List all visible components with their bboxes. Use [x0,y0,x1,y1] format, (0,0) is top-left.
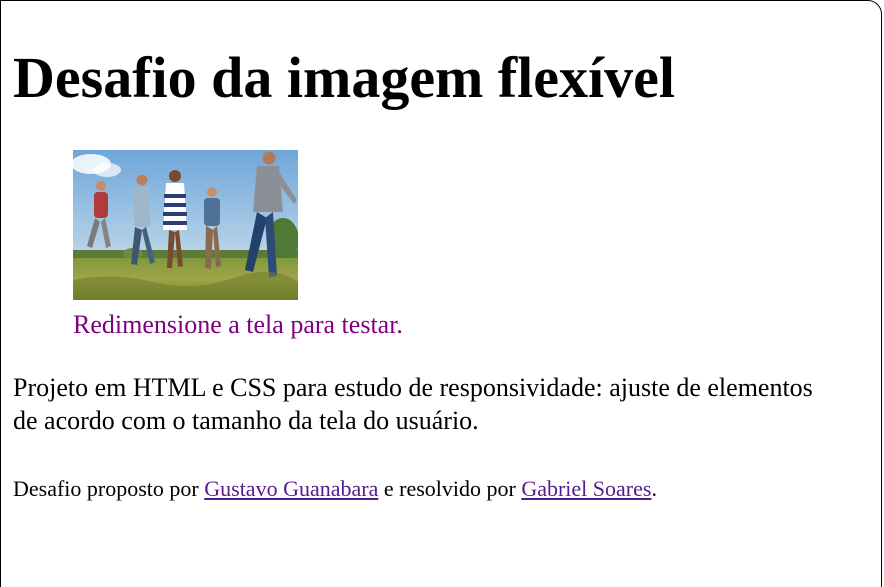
project-description: Projeto em HTML e CSS para estudo de res… [13,373,813,435]
credits-line: Desafio proposto por Gustavo Guanabara e… [13,475,657,503]
browser-viewport: Desafio da imagem flexível Redimensione … [0,0,882,587]
author-link-gustavo-guanabara[interactable]: Gustavo Guanabara [204,476,378,501]
credits-suffix: . [651,476,657,501]
flexible-image-figure: Redimensione a tela para testar. [73,150,403,342]
page-title: Desafio da imagem flexível [13,45,676,110]
figure-caption: Redimensione a tela para testar. [73,310,403,339]
photo-friends-running [73,150,298,300]
credits-middle: e resolvido por [383,476,516,501]
credits-prefix: Desafio proposto por [13,476,199,501]
author-link-gabriel-soares[interactable]: Gabriel Soares [521,476,651,501]
